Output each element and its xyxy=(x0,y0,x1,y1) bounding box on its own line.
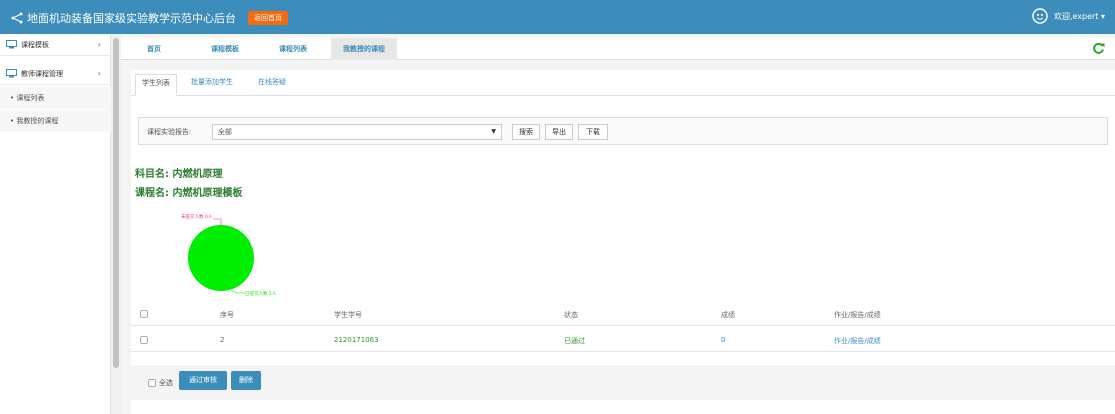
home-badge-button[interactable]: 返回首页 xyxy=(248,11,288,25)
subtab-online-qa[interactable]: 在线答疑 xyxy=(258,77,286,87)
course-name: 课程名: 内燃机原理模板 xyxy=(135,188,243,199)
app-title: 地面机动装备国家级实验教学示范中心后台 xyxy=(27,12,236,25)
sidebar-subitem-my-courses[interactable]: • 我教授的课程 xyxy=(0,110,111,132)
filter-bar: 课程实验报告: 全部 ▼ 搜索 导出 下载 xyxy=(138,117,1108,145)
download-button[interactable]: 下载 xyxy=(578,124,608,140)
user-name: 欢迎,expert ▾ xyxy=(1053,11,1105,21)
sidebar-item-label: 课程模板 xyxy=(21,40,49,49)
caret-down-icon: ▼ xyxy=(491,128,496,135)
report-filter-label: 课程实验报告: xyxy=(147,128,192,136)
tab-home[interactable]: 首页 xyxy=(139,38,169,60)
submission-pie-chart: 未提交人数 0人已提交人数 1人 xyxy=(181,213,277,297)
select-all-label: 全选 xyxy=(159,379,173,387)
row-action-link[interactable]: 作业/报告/成绩 xyxy=(834,336,881,346)
bulk-action-bar: 全选 通过审核 删除 xyxy=(131,365,1115,400)
row-checkbox[interactable] xyxy=(140,336,148,344)
sidebar-scrollbar[interactable] xyxy=(111,34,121,414)
pie-slice-label: 未提交人数 0人 xyxy=(181,213,213,220)
monitor-icon xyxy=(6,69,17,78)
main-panel: 学生列表 批量添加学生 在线答疑 课程实验报告: 全部 ▼ 搜索 导出 下载 科… xyxy=(131,70,1115,414)
row-index: 2 xyxy=(220,336,225,344)
col-header-score: 成绩 xyxy=(721,311,735,319)
share-icon xyxy=(11,12,23,24)
user-avatar-icon xyxy=(1032,8,1048,24)
sidebar-subitem-label: • 课程列表 xyxy=(10,94,45,102)
pie-leader-line xyxy=(213,218,222,225)
sub-tab-bar: 学生列表 批量添加学生 在线答疑 xyxy=(131,70,1115,96)
page-tab-bar: 首页 课程模板 课程列表 我教授的课程 xyxy=(121,38,1115,60)
brand[interactable]: 地面机动装备国家级实验教学示范中心后台 返回首页 xyxy=(10,10,288,26)
export-button[interactable]: 导出 xyxy=(545,124,573,140)
col-header-index: 序号 xyxy=(220,311,234,319)
approve-button[interactable]: 通过审核 xyxy=(179,371,227,390)
col-header-action: 作业/报告/成绩 xyxy=(834,311,881,319)
delete-button[interactable]: 删除 xyxy=(231,371,261,390)
table-header-row: 序号 学生学号 状态 成绩 作业/报告/成绩 xyxy=(131,302,1115,326)
row-score: 0 xyxy=(721,336,726,344)
col-header-status: 状态 xyxy=(564,311,578,319)
sidebar-item-teacher-course[interactable]: 教师课程管理 › xyxy=(0,63,111,85)
row-student-id: 2120171063 xyxy=(334,336,379,344)
pie-slice-label: 已提交人数 1人 xyxy=(245,290,277,297)
refresh-icon[interactable] xyxy=(1092,42,1105,55)
report-select[interactable]: 全部 ▼ xyxy=(212,124,502,140)
pie-leader-line xyxy=(230,289,245,294)
sidebar-subitem-label: • 我教授的课程 xyxy=(10,117,59,125)
subject-name: 科目名: 内燃机原理 xyxy=(135,169,223,180)
scrollbar-thumb[interactable] xyxy=(113,38,119,368)
row-status: 已通过 xyxy=(564,337,585,345)
report-select-value: 全部 xyxy=(218,128,232,136)
chevron-right-icon: › xyxy=(97,40,101,49)
pie-slice xyxy=(188,225,254,291)
monitor-icon xyxy=(6,40,17,49)
tab-course-list[interactable]: 课程列表 xyxy=(271,38,315,60)
top-navbar: 地面机动装备国家级实验教学示范中心后台 返回首页 欢迎,expert ▾ xyxy=(0,0,1115,34)
chevron-right-icon: › xyxy=(97,69,101,78)
table-row: 2 2120171063 已通过 0 作业/报告/成绩 xyxy=(131,328,1115,352)
tab-course-template[interactable]: 课程模板 xyxy=(203,38,247,60)
subtab-batch-add-students[interactable]: 批量添加学生 xyxy=(191,77,233,87)
sidebar-subitem-course-list[interactable]: • 课程列表 xyxy=(0,87,111,109)
col-header-student-id: 学生学号 xyxy=(334,311,362,319)
tab-my-courses[interactable]: 我教授的课程 xyxy=(331,38,397,60)
sidebar-item-label: 教师课程管理 xyxy=(21,69,63,78)
user-menu[interactable]: 欢迎,expert ▾ xyxy=(1032,8,1105,24)
sidebar-item-course-template[interactable]: 课程模板 › xyxy=(0,34,111,56)
header-checkbox[interactable] xyxy=(140,310,148,318)
subtab-student-list[interactable]: 学生列表 xyxy=(135,74,177,96)
select-all-checkbox[interactable] xyxy=(148,379,156,387)
search-button[interactable]: 搜索 xyxy=(512,124,540,140)
sidebar: 课程模板 › 教师课程管理 › • 课程列表 • 我教授的课程 xyxy=(0,34,111,414)
